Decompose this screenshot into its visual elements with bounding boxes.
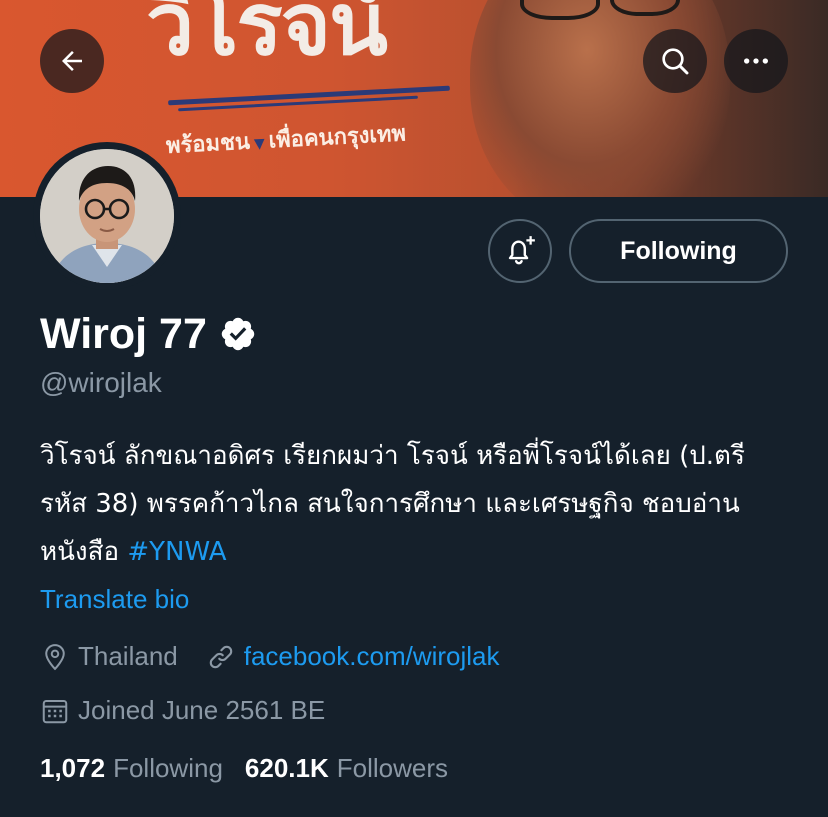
handle: @wirojlak [40,367,162,398]
following-button[interactable]: Following [569,219,788,283]
avatar[interactable] [40,149,174,283]
search-button[interactable] [643,29,707,93]
banner-portrait [470,0,730,197]
more-options-button[interactable] [724,29,788,93]
banner-tagline-left: พร้อมชน [165,129,251,159]
bio-hashtag-link[interactable]: #YNWA [127,537,226,567]
followers-stat-link[interactable]: 620.1K Followers [245,753,448,784]
followers-count: 620.1K [244,753,329,783]
verified-badge-icon [221,317,255,351]
website-link[interactable]: facebook.com/wirojlak [244,641,500,672]
follow-stats: 1,072 Following 620.1K Followers [40,753,448,784]
display-name: Wiroj 77 [40,310,257,358]
following-count: 1,072 [40,753,106,783]
bell-plus-icon [508,236,535,265]
location-text: Thailand [78,641,178,671]
followers-stat-label: Followers [336,753,448,783]
bio: วิโรจน์ ลักขณาอดิศร เรียกผมว่า โรจน์ หรื… [40,432,800,576]
banner-tagline-separator: ▼ [253,135,266,153]
notifications-button[interactable] [488,219,552,283]
link-icon [209,645,232,668]
location: Thailand [40,641,178,672]
banner-tagline-right: เพื่อคนกรุงเทพ [268,121,407,154]
joined-text: Joined June 2561 BE [78,695,326,725]
joined-row: Joined June 2561 BE [40,695,325,726]
website: facebook.com/wirojlak [206,641,500,672]
joined: Joined June 2561 BE [40,695,325,726]
location-pin-icon [45,643,65,670]
following-stat-link[interactable]: 1,072 Following [40,753,223,784]
calendar-icon [42,699,68,723]
search-icon [662,48,689,75]
banner-tagline: พร้อมชน ▼ เพื่อคนกรุงเทพ [165,115,407,163]
banner-title: วิโรจน์ [146,0,388,75]
profile-meta-row: Thailand facebook.com/wirojlak [40,641,500,672]
following-stat-label: Following [113,753,223,783]
back-button[interactable] [40,29,104,93]
avatar-image [40,149,174,283]
more-horizontal-icon [744,58,768,64]
arrow-left-icon [62,51,82,71]
display-name-text: Wiroj 77 [40,310,207,358]
translate-bio-link[interactable]: Translate bio [40,584,189,615]
